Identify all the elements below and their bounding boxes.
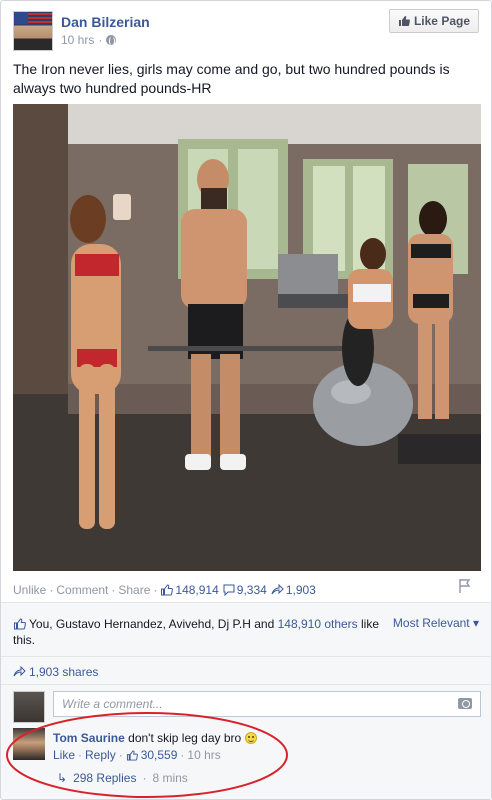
post-card: Dan Bilzerian 10 hrs · Like Page The Iro… <box>0 0 492 800</box>
view-replies-link[interactable]: ↳ 298 Replies · 8 mins <box>57 771 188 785</box>
unlike-link[interactable]: Unlike <box>13 583 46 597</box>
reply-arrow-icon: ↳ <box>57 771 68 785</box>
share-arrow-icon <box>13 666 26 677</box>
share-arrow-icon <box>271 584 284 595</box>
comment-like-link[interactable]: Like <box>53 747 75 763</box>
like-page-button[interactable]: Like Page <box>388 9 479 33</box>
post-photo[interactable] <box>13 104 481 571</box>
comment-link[interactable]: Comment <box>56 583 108 597</box>
author-avatar[interactable] <box>13 11 53 51</box>
chevron-down-icon: ▾ <box>472 616 479 630</box>
post-actions: Unlike · Comment · Share · 148,914 9,334… <box>13 583 316 597</box>
comment-reply-link[interactable]: Reply <box>85 747 116 763</box>
thumbs-up-icon <box>14 618 26 630</box>
comments-count[interactable]: 9,334 <box>223 583 267 597</box>
smiley-emoji-icon <box>244 732 257 744</box>
camera-icon[interactable] <box>458 698 472 709</box>
comment-icon <box>223 584 235 596</box>
shares-link[interactable]: 1,903 shares <box>13 665 98 679</box>
share-link[interactable]: Share <box>118 583 150 597</box>
globe-icon <box>106 35 117 46</box>
thumbs-up-icon <box>161 584 174 596</box>
likes-count[interactable]: 148,914 <box>160 583 219 597</box>
post-message: The Iron never lies, girls may come and … <box>13 61 450 96</box>
post-header: Dan Bilzerian 10 hrs · Like Page <box>13 9 479 51</box>
divider <box>1 684 491 685</box>
viewer-avatar <box>13 691 45 723</box>
author-name[interactable]: Dan Bilzerian <box>61 14 150 30</box>
comment-time[interactable]: 10 hrs <box>187 747 220 763</box>
likes-summary: You, Gustavo Hernandez, Avivehd, Dj P.H … <box>13 617 380 647</box>
comment-meta: Like · Reply · 30,559 · 10 hrs <box>53 747 221 763</box>
likers-names[interactable]: You, Gustavo Hernandez, Avivehd, Dj P.H … <box>29 617 278 631</box>
thumbs-up-icon <box>398 16 410 26</box>
commenter-name[interactable]: Tom Saurine <box>53 731 125 745</box>
shares-count[interactable]: 1,903 <box>271 583 316 597</box>
post-time[interactable]: 10 hrs <box>61 33 94 47</box>
thumbs-up-icon <box>126 749 138 761</box>
others-link[interactable]: 148,910 others <box>278 617 358 631</box>
report-flag-icon[interactable] <box>459 579 471 593</box>
comment-likes-count[interactable]: 30,559 <box>141 747 178 763</box>
commenter-avatar[interactable] <box>13 728 45 760</box>
divider <box>1 656 491 657</box>
comment-input[interactable]: Write a comment... <box>53 691 481 717</box>
sort-dropdown[interactable]: Most Relevant ▾ <box>393 616 479 630</box>
replies-time: 8 mins <box>152 771 188 785</box>
post-meta: 10 hrs · <box>61 33 117 47</box>
comment-text: don't skip leg day bro <box>128 731 242 745</box>
comment: Tom Saurine don't skip leg day bro Like … <box>53 730 473 763</box>
